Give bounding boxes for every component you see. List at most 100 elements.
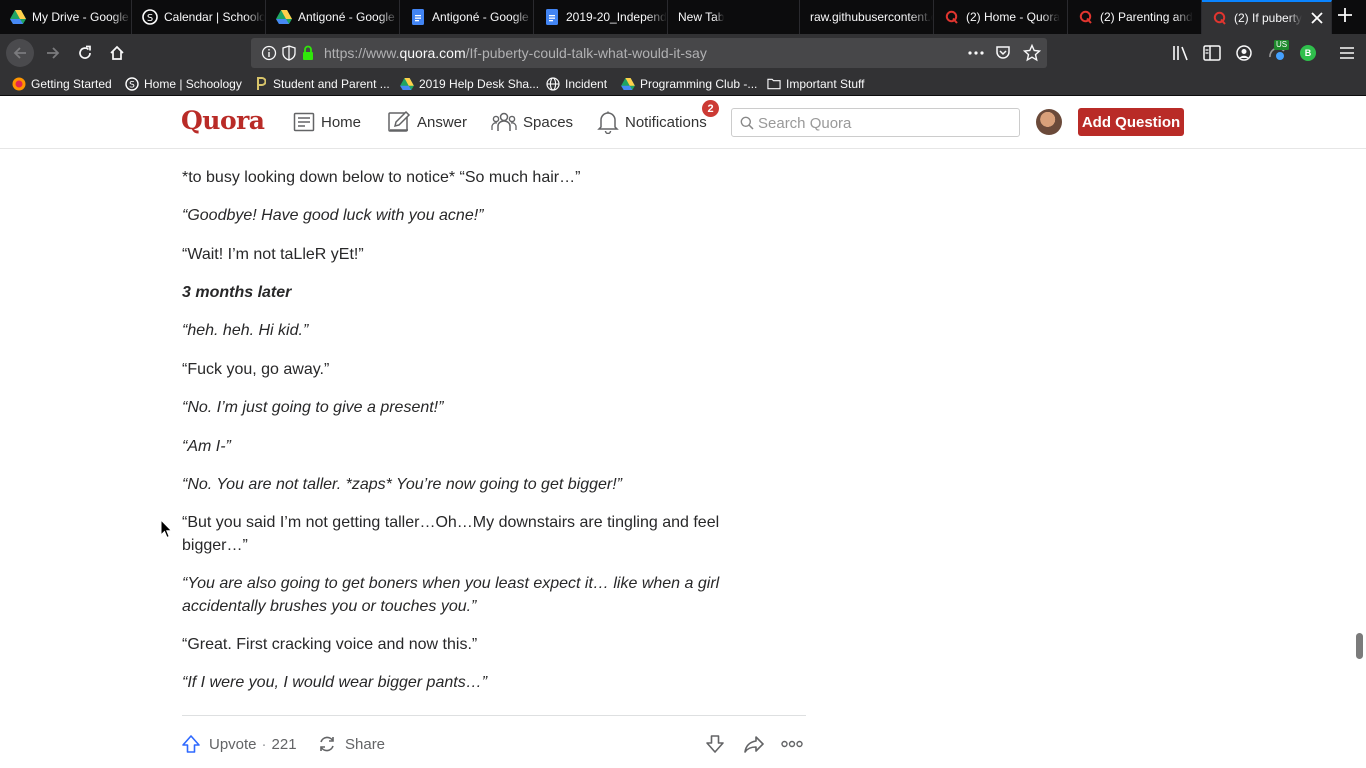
profile-initial: B	[1304, 48, 1312, 58]
nav-home[interactable]: Home	[293, 108, 361, 136]
pocket-icon[interactable]	[995, 45, 1011, 66]
bell-icon	[597, 110, 619, 134]
bookmark-getting-started[interactable]: Getting Started	[12, 76, 112, 92]
nav-home-label: Home	[321, 113, 362, 131]
bookmark-incident[interactable]: Incident	[546, 76, 607, 92]
tab-independent-study[interactable]: 2019-20_Independent	[534, 0, 668, 34]
url-bar[interactable]: https://www.quora.com/If-puberty-could-t…	[251, 38, 1047, 68]
mouse-cursor-icon	[160, 518, 173, 544]
upvote-button[interactable]: Upvote · 221	[181, 729, 297, 759]
account-icon[interactable]	[1236, 45, 1252, 66]
back-button[interactable]	[6, 39, 34, 67]
bookmark-home-schoology[interactable]: S Home | Schoology	[125, 76, 242, 92]
info-icon[interactable]	[261, 45, 277, 66]
tab-label: raw.githubusercontent.com	[810, 10, 933, 24]
answer-paragraph: “Am I-”	[182, 438, 231, 455]
bookmark-star-icon[interactable]	[1022, 43, 1042, 67]
answer-paragraph: *to busy looking down below to notice* “…	[182, 169, 581, 186]
url-host: quora.com	[399, 45, 466, 61]
search-box[interactable]	[731, 108, 1020, 137]
more-dots-icon	[781, 740, 803, 748]
tab-antigone-docs[interactable]: Antigoné - Google Docs	[400, 0, 534, 34]
tab-quora-home[interactable]: (2) Home - Quora	[934, 0, 1068, 34]
vpn-badge-text: US	[1276, 40, 1288, 49]
forward-button[interactable]	[39, 39, 67, 67]
add-question-button[interactable]: Add Question	[1078, 108, 1184, 136]
tab-quora-parenting[interactable]: (2) Parenting and	[1068, 0, 1202, 34]
upvote-arrow-icon	[181, 734, 201, 754]
bookmark-programming-club[interactable]: Programming Club -...	[621, 76, 757, 92]
nav-spaces[interactable]: Spaces	[491, 108, 573, 136]
reload-button[interactable]	[71, 39, 99, 67]
bookmark-label: Getting Started	[31, 77, 112, 91]
nav-notifications[interactable]: Notifications	[597, 108, 707, 136]
tab-raw-github[interactable]: raw.githubusercontent.com	[800, 0, 934, 34]
bookmark-help-desk[interactable]: 2019 Help Desk Sha...	[400, 76, 539, 92]
more-options-button[interactable]	[781, 729, 803, 759]
sidebar-icon[interactable]	[1203, 45, 1221, 66]
answer-divider	[182, 715, 806, 716]
url-path: /If-puberty-could-talk-what-would-it-say	[465, 45, 707, 61]
answer-paragraph: “Great. First cracking voice and now thi…	[182, 636, 478, 653]
bookmark-label: Home | Schoology	[144, 77, 242, 91]
reload-icon	[79, 45, 91, 59]
lock-icon[interactable]	[302, 45, 314, 66]
close-tab-icon[interactable]	[1311, 11, 1323, 27]
tab-new-tab[interactable]: New Tab	[668, 0, 800, 34]
search-input[interactable]	[758, 113, 1013, 133]
share-label: Share	[345, 735, 386, 753]
tab-label: 2019-20_Independent	[566, 10, 667, 24]
url-text[interactable]: https://www.quora.com/If-puberty-could-t…	[324, 45, 707, 61]
share-button[interactable]: Share	[317, 729, 385, 759]
tab-antigone-drive[interactable]: Antigoné - Google Drive	[266, 0, 400, 34]
answer-paragraph: “You are also going to get boners when y…	[182, 575, 720, 615]
avatar[interactable]	[1036, 109, 1062, 135]
upvote-label: Upvote	[209, 735, 257, 753]
svg-text:S: S	[129, 81, 135, 91]
pencil-icon	[387, 110, 411, 134]
answer-paragraph: “No. I’m just going to give a present!”	[182, 399, 444, 416]
page-actions-icon[interactable]	[967, 45, 985, 66]
new-tab-button[interactable]	[1338, 6, 1352, 26]
bookmark-label: Programming Club -...	[640, 77, 758, 91]
nav-notifications-label: Notifications	[625, 113, 707, 131]
answer-paragraph: “No. You are not taller. *zaps* You’re n…	[182, 476, 622, 493]
schoology-icon: S	[125, 77, 139, 91]
tab-quora-puberty[interactable]: (2) If puberty	[1202, 0, 1332, 34]
bookmark-important-stuff[interactable]: Important Stuff	[767, 76, 865, 92]
home-button[interactable]	[103, 39, 131, 67]
svg-text:S: S	[147, 13, 153, 24]
tab-label: Antigoné - Google Drive	[298, 10, 399, 24]
share-arrow-button[interactable]	[743, 729, 765, 759]
profile-extension-icon[interactable]: B	[1300, 45, 1316, 61]
schoology-icon: S	[142, 9, 158, 25]
tab-label: (2) If puberty	[1234, 11, 1303, 25]
answer-paragraph: “heh. heh. Hi kid.”	[182, 322, 309, 339]
tab-label: New Tab	[678, 10, 725, 24]
tab-calendar-schoology[interactable]: S Calendar | Schoology	[132, 0, 266, 34]
quora-icon	[944, 9, 960, 25]
google-docs-icon	[544, 9, 560, 25]
answer-paragraph: 3 months later	[182, 284, 292, 301]
bookmark-label: Student and Parent ...	[273, 77, 390, 91]
tab-label: My Drive - Google Drive	[32, 10, 131, 24]
tracking-protection-icon[interactable]	[282, 45, 296, 66]
page-scrollbar[interactable]	[1356, 633, 1363, 659]
google-drive-icon	[621, 77, 635, 91]
menu-icon[interactable]	[1339, 46, 1355, 65]
globe-icon	[546, 77, 560, 91]
share-arrow-icon	[744, 736, 764, 753]
vpn-extension-icon[interactable]: US	[1266, 39, 1290, 68]
bookmark-student-parent[interactable]: Student and Parent ...	[254, 76, 390, 92]
downvote-arrow-icon	[706, 735, 724, 753]
google-drive-icon	[400, 77, 414, 91]
google-docs-icon	[410, 9, 426, 25]
downvote-button[interactable]	[705, 729, 725, 759]
quora-logo[interactable]: Quora	[181, 106, 265, 135]
home-icon	[110, 45, 124, 60]
nav-answer[interactable]: Answer	[387, 108, 467, 136]
tab-my-drive[interactable]: My Drive - Google Drive	[0, 0, 132, 34]
arrow-left-icon	[13, 47, 26, 59]
google-drive-icon	[10, 9, 26, 25]
library-icon[interactable]	[1172, 45, 1190, 66]
